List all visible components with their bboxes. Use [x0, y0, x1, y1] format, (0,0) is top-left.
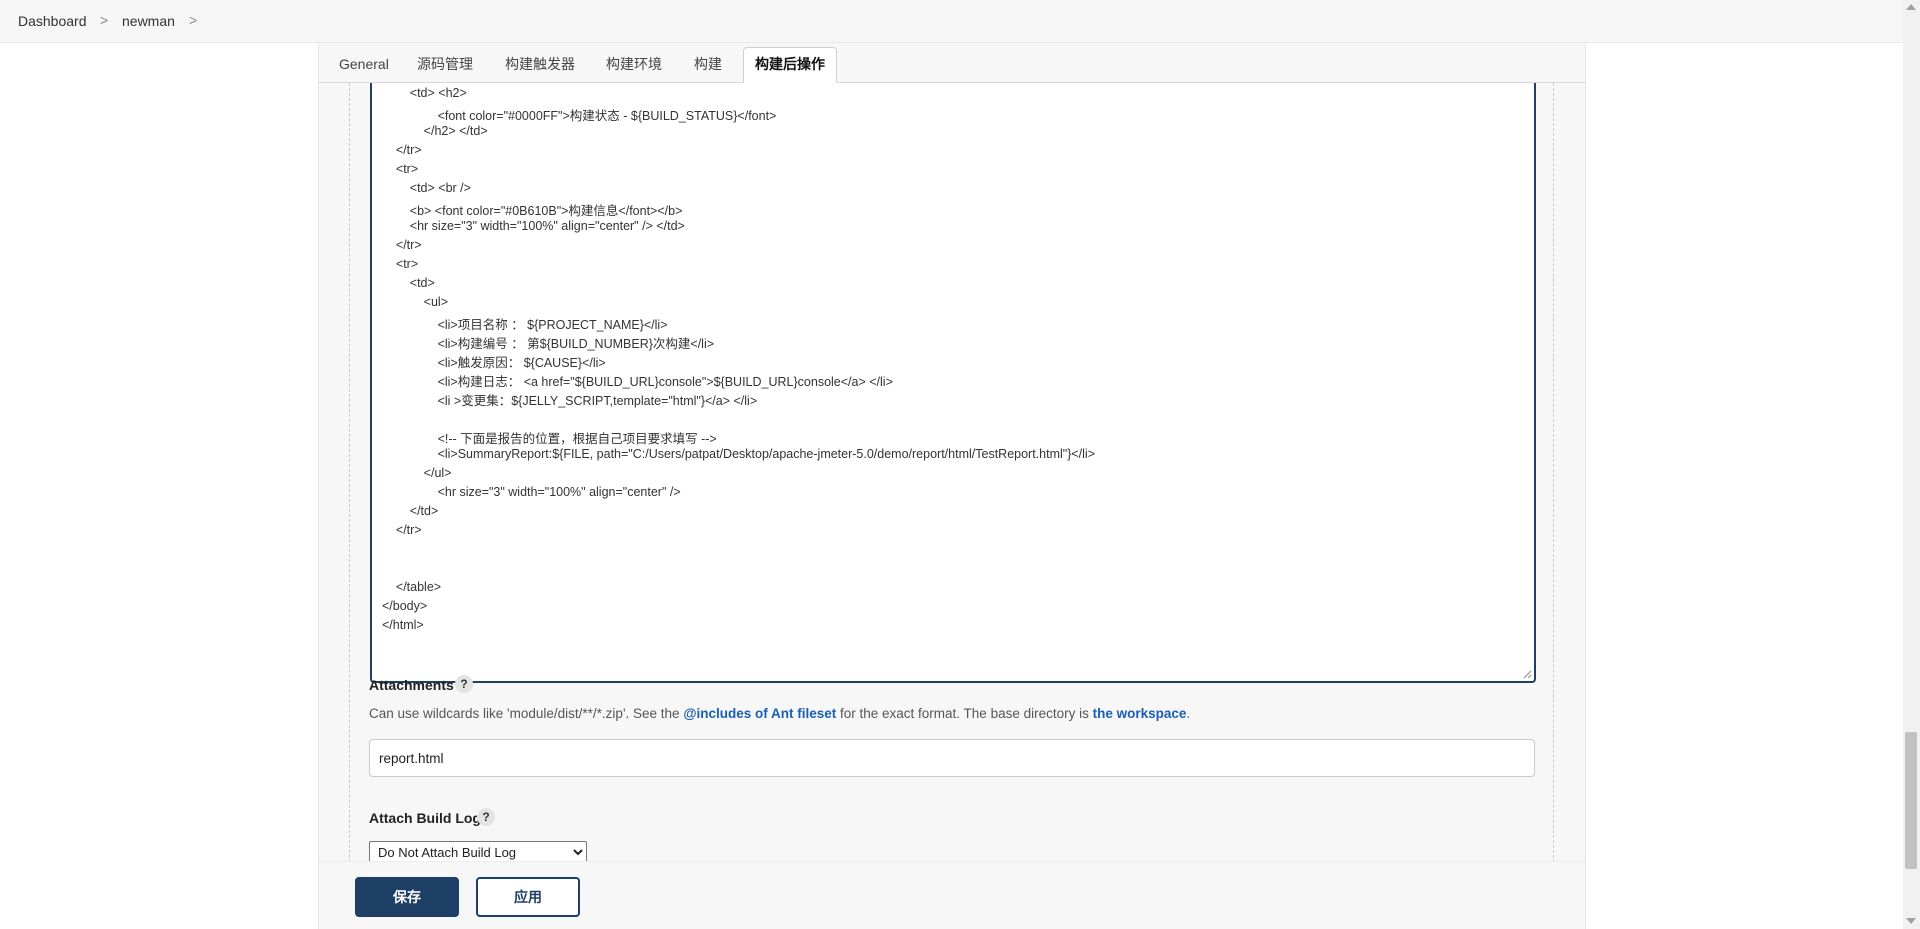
- code-line: <li >变更集：${JELLY_SCRIPT,template="html"}…: [382, 394, 758, 408]
- apply-button[interactable]: 应用: [476, 877, 580, 917]
- code-line: </tr>: [382, 238, 422, 252]
- help-icon[interactable]: ?: [455, 675, 473, 693]
- email-content-textarea[interactable]: <td> <h2> <font color="#0000FF">构建状态 - $…: [370, 83, 1536, 683]
- code-line: <tr>: [382, 162, 419, 176]
- code-line: </body>: [382, 599, 428, 613]
- breadcrumb: Dashboard > newman >: [0, 0, 1920, 43]
- attachments-desc-text: Can use wildcards like 'module/dist/**/*…: [369, 706, 684, 721]
- scrollbar-thumb[interactable]: [1905, 732, 1917, 869]
- config-tabs: General 源码管理 构建触发器 构建环境 构建 构建后操作: [319, 43, 1585, 83]
- config-panel: General 源码管理 构建触发器 构建环境 构建 构建后操作 <td> <h…: [318, 43, 1586, 929]
- attach-build-log-label: Attach Build Log: [369, 810, 481, 826]
- code-line: <td> <br />: [382, 181, 471, 195]
- code-line: </html>: [382, 618, 424, 632]
- scroll-down-icon[interactable]: [1906, 918, 1916, 924]
- tab-build[interactable]: 构建: [694, 48, 722, 81]
- chevron-right-icon[interactable]: >: [189, 12, 197, 28]
- code-line: </h2> </td>: [382, 124, 488, 138]
- code-line: <li>构建编号 ： 第${BUILD_NUMBER}次构建</li>: [382, 337, 715, 351]
- code-line: <li>触发原因： ${CAUSE}</li>: [382, 356, 606, 370]
- attachments-description: Can use wildcards like 'module/dist/**/*…: [369, 706, 1190, 721]
- code-line: <font color="#0000FF">构建状态 - ${BUILD_STA…: [382, 109, 777, 123]
- breadcrumb-newman[interactable]: newman: [122, 13, 175, 29]
- scroll-up-icon[interactable]: [1906, 4, 1916, 10]
- code-line: <li>构建日志： <a href="${BUILD_URL}console">…: [382, 375, 893, 389]
- save-button[interactable]: 保存: [355, 877, 459, 917]
- code-line: <tr>: [382, 257, 419, 271]
- chevron-right-icon[interactable]: >: [100, 12, 108, 28]
- section-border-right: [1553, 83, 1554, 903]
- code-line: <hr size="3" width="100%" align="center"…: [382, 485, 681, 499]
- code-line: <!-- 下面是报告的位置，根据自己项目要求填写 -->: [382, 432, 717, 446]
- attachments-label: Attachments: [369, 677, 454, 693]
- code-line: </td>: [382, 504, 439, 518]
- code-line: </ul>: [382, 466, 452, 480]
- ant-fileset-link[interactable]: @includes of Ant fileset: [683, 706, 836, 721]
- code-line: <b> <font color="#0B610B">构建信息</font></b…: [382, 204, 683, 218]
- resize-handle-icon[interactable]: [1522, 669, 1532, 679]
- code-line: <hr size="3" width="100%" align="center"…: [382, 219, 685, 233]
- tab-build-environment[interactable]: 构建环境: [606, 48, 662, 81]
- tab-post-build-actions[interactable]: 构建后操作: [743, 47, 837, 83]
- breadcrumb-dashboard[interactable]: Dashboard: [18, 13, 87, 29]
- code-line: </tr>: [382, 143, 422, 157]
- code-line: <td>: [382, 276, 435, 290]
- code-line: <li>SummaryReport:${FILE, path="C:/Users…: [382, 447, 1096, 461]
- workspace-link[interactable]: the workspace: [1093, 706, 1187, 721]
- section-border-left: [349, 83, 350, 903]
- attachments-input[interactable]: [369, 739, 1535, 777]
- tab-build-triggers[interactable]: 构建触发器: [505, 48, 575, 81]
- code-line: <td> <h2>: [382, 86, 467, 100]
- tab-general[interactable]: General: [339, 48, 389, 81]
- attachments-desc-text: .: [1186, 706, 1191, 721]
- code-line: <ul>: [382, 295, 449, 309]
- attachments-desc-text: for the exact format. The base directory…: [836, 706, 1093, 721]
- tab-source-control[interactable]: 源码管理: [417, 48, 473, 81]
- code-line: </table>: [382, 580, 442, 594]
- code-line: </tr>: [382, 523, 422, 537]
- code-line: <li>项目名称 ： ${PROJECT_NAME}</li>: [382, 318, 668, 332]
- action-bar: 保存 应用: [319, 861, 1585, 929]
- help-icon[interactable]: ?: [477, 808, 495, 826]
